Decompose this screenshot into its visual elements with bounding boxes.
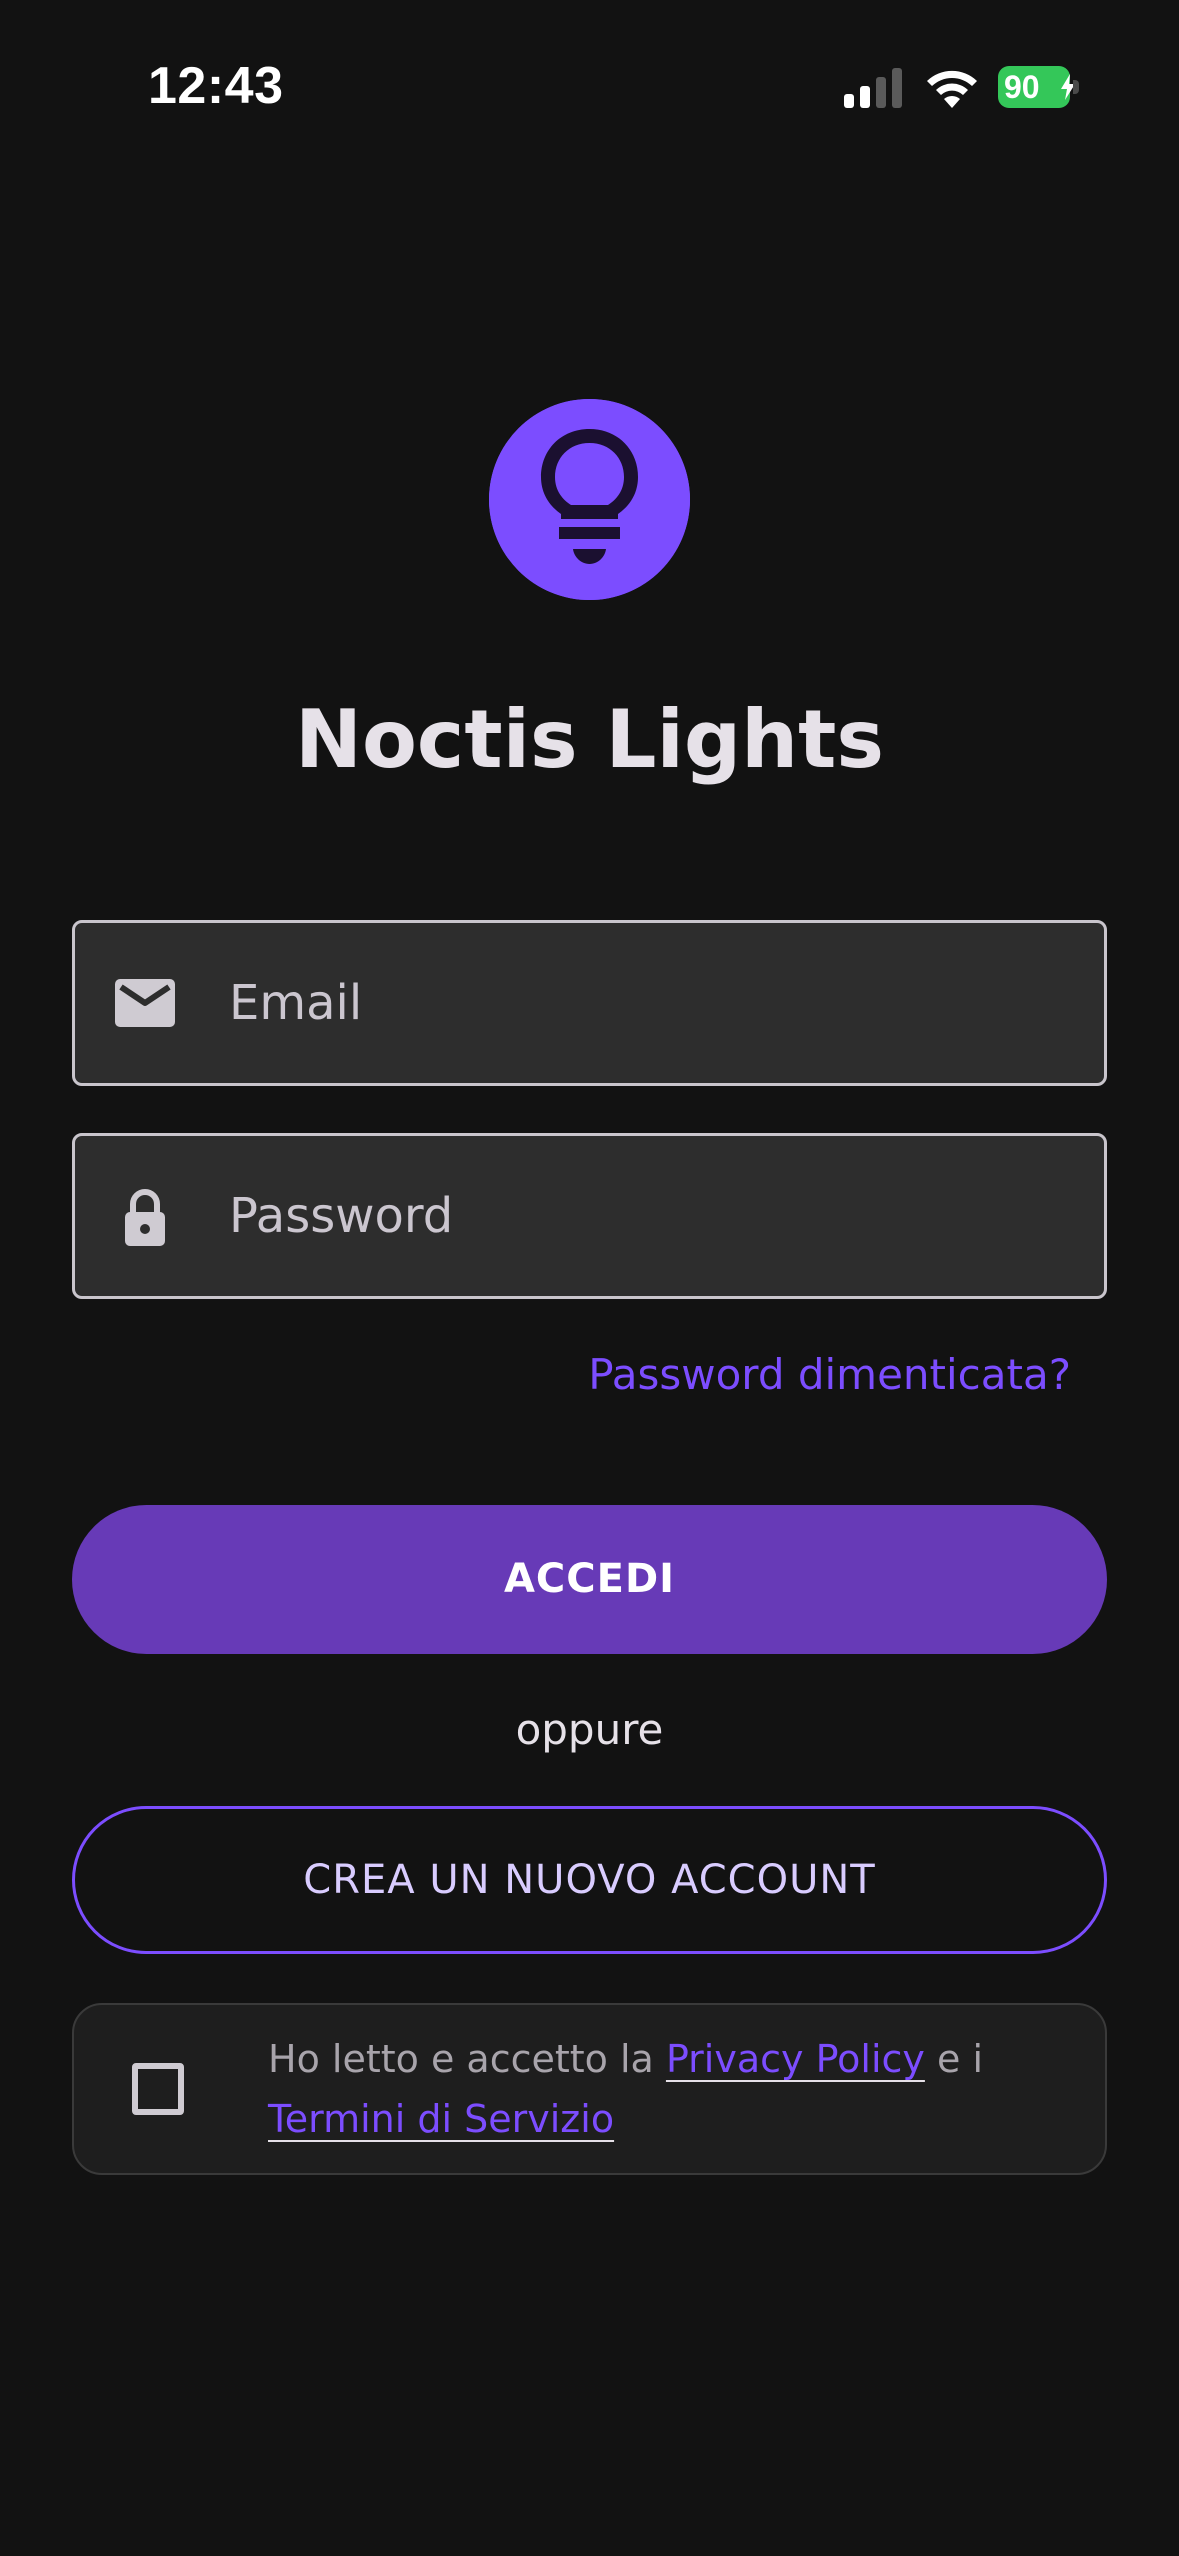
or-separator: oppure	[515, 1705, 664, 1754]
battery-cap	[1073, 80, 1079, 94]
consent-checkbox[interactable]	[132, 2063, 184, 2115]
privacy-policy-link[interactable]: Privacy Policy	[666, 2037, 925, 2081]
password-field[interactable]	[72, 1133, 1107, 1299]
forgot-password-link[interactable]: Password dimenticata?	[588, 1345, 1071, 1405]
signal-icon	[844, 68, 902, 108]
consent-card: Ho letto e accetto la Privacy Policy e i…	[72, 2003, 1107, 2175]
email-field[interactable]	[72, 920, 1107, 1086]
create-account-button[interactable]: CREA UN NUOVO ACCOUNT	[72, 1806, 1107, 1954]
terms-of-service-link[interactable]: Termini di Servizio	[268, 2097, 614, 2141]
wifi-icon	[927, 70, 977, 108]
battery-icon: 90	[998, 66, 1080, 108]
consent-text: Ho letto e accetto la Privacy Policy e i…	[268, 2029, 1088, 2149]
mail-icon	[115, 979, 175, 1027]
login-button[interactable]: ACCEDI	[72, 1505, 1107, 1654]
consent-text-before: Ho letto e accetto la	[268, 2037, 666, 2081]
app-title: Noctis Lights	[295, 693, 884, 786]
battery-percentage: 90	[1004, 69, 1040, 105]
status-time: 12:43	[148, 57, 284, 115]
email-input[interactable]	[229, 923, 1069, 1083]
status-bar: 12:43 90	[0, 0, 1179, 175]
password-input[interactable]	[229, 1136, 1069, 1296]
consent-text-middle: e i	[924, 2037, 984, 2081]
lock-icon	[125, 1189, 165, 1246]
lightbulb-icon	[489, 399, 690, 600]
